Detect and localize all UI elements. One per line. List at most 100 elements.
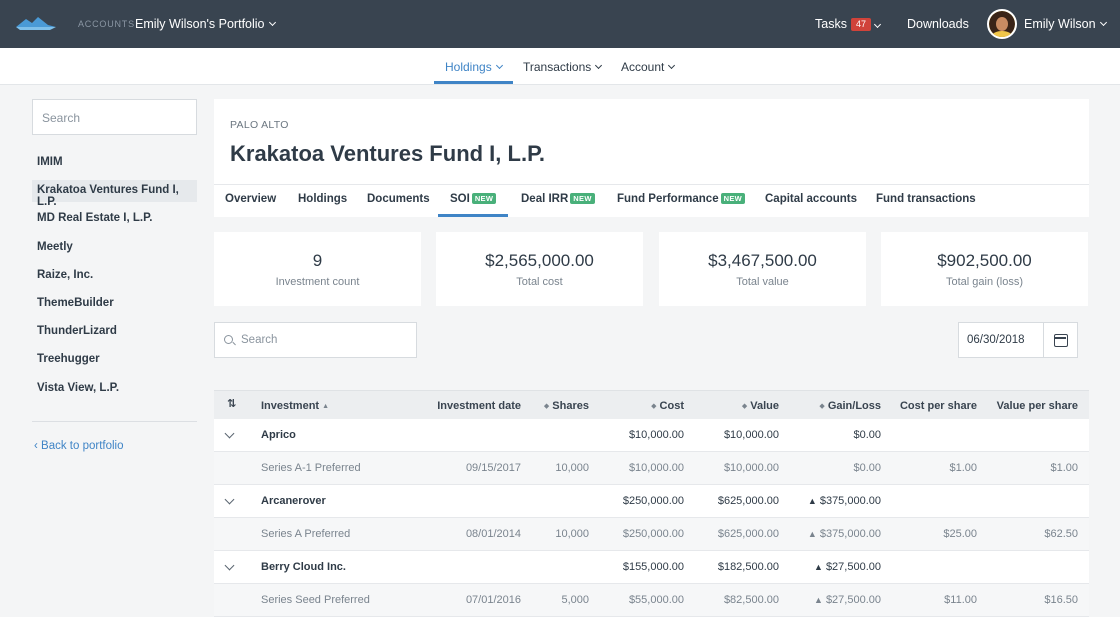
col-gain-loss[interactable]: ◆ Gain/Loss	[819, 400, 881, 412]
arrow-up-icon: ▲	[814, 595, 823, 605]
sub-nav: Holdings Transactions Account	[0, 48, 1120, 85]
table-row[interactable]: Series A-1 Preferred 09/15/2017 10,000 $…	[214, 452, 1089, 485]
expand-all-icon[interactable]: ⇅	[227, 397, 236, 410]
user-name: Emily Wilson	[1024, 17, 1096, 31]
table-row[interactable]: Series A Preferred 08/01/2014 10,000 $25…	[214, 518, 1089, 551]
cell-value-per-share: $16.50	[1044, 594, 1078, 606]
portfolio-selector[interactable]: Emily Wilson's Portfolio	[135, 17, 276, 31]
chevron-down-icon[interactable]	[224, 494, 235, 505]
cell-shares: 5,000	[561, 594, 589, 606]
cell-value: $10,000.00	[723, 462, 779, 474]
search-icon	[224, 335, 233, 344]
stat-label: Total gain (loss)	[945, 276, 1024, 288]
tab-fund-performance-label: Fund Performance	[617, 193, 719, 205]
sidebar-item-imim[interactable]: IMIM	[32, 152, 197, 174]
cell-investment: Series Seed Preferred	[261, 594, 370, 606]
cell-cost: $250,000.00	[622, 528, 684, 540]
cell-gain: ▲ $375,000.00	[808, 528, 881, 540]
fund-header-card: PALO ALTO Krakatoa Ventures Fund I, L.P.…	[214, 99, 1089, 217]
chevron-down-icon	[268, 18, 276, 27]
cell-cost-per-share: $1.00	[949, 462, 977, 474]
col-shares[interactable]: ◆ Shares	[544, 400, 589, 412]
sidebar-item-themebuilder[interactable]: ThemeBuilder	[32, 293, 197, 315]
tab-fund-performance[interactable]: Fund Performance NEW	[617, 193, 746, 205]
cell-investment: Berry Cloud Inc.	[261, 561, 346, 573]
tab-overview[interactable]: Overview	[225, 193, 276, 205]
sidebar-item-vista-view[interactable]: Vista View, L.P.	[32, 378, 197, 400]
date-field[interactable]: 06/30/2018	[958, 322, 1044, 358]
sidebar-item-thunderlizard[interactable]: ThunderLizard	[32, 321, 197, 343]
col-investment[interactable]: Investment ▲	[261, 400, 332, 412]
user-menu[interactable]: Emily Wilson	[1024, 17, 1107, 31]
table-search-input[interactable]: Search	[214, 322, 417, 358]
cell-gain-value: $375,000.00	[819, 495, 881, 507]
sidebar-item-meetly[interactable]: Meetly	[32, 237, 197, 259]
cell-investment: Aprico	[261, 429, 296, 441]
subnav-holdings[interactable]: Holdings	[445, 60, 503, 74]
cell-shares: 10,000	[555, 462, 589, 474]
sidebar-item-krakatoa[interactable]: Krakatoa Ventures Fund I, L.P.	[32, 180, 197, 208]
accounts-label: ACCOUNTS	[78, 19, 135, 29]
fund-tabs: Overview Holdings Documents SOI NEW Deal …	[214, 184, 1089, 217]
subnav-transactions-label: Transactions	[523, 60, 592, 74]
tab-soi[interactable]: SOI NEW	[450, 193, 497, 205]
stat-label: Investment count	[275, 276, 360, 288]
chevron-down-icon[interactable]	[224, 560, 235, 571]
col-cost[interactable]: ◆ Cost	[651, 400, 684, 412]
table-row-group[interactable]: Berry Cloud Inc. $155,000.00 $182,500.00…	[214, 551, 1089, 584]
table-row[interactable]: Series Seed Preferred 07/01/2016 5,000 $…	[214, 584, 1089, 617]
sidebar-item-treehugger[interactable]: Treehugger	[32, 349, 197, 371]
stat-total-gain: $902,500.00 Total gain (loss)	[881, 232, 1088, 306]
sort-icon: ◆	[651, 403, 657, 410]
arrow-up-icon: ▲	[814, 562, 823, 572]
chevron-down-icon[interactable]	[224, 428, 235, 439]
cell-value: $625,000.00	[717, 528, 779, 540]
arrow-up-icon: ▲	[807, 496, 817, 506]
portfolio-name: Emily Wilson's Portfolio	[135, 17, 265, 31]
back-to-portfolio-link[interactable]: ‹ Back to portfolio	[34, 440, 124, 452]
subnav-transactions[interactable]: Transactions	[523, 60, 603, 74]
page-title: Krakatoa Ventures Fund I, L.P.	[230, 141, 546, 166]
cell-value-per-share: $62.50	[1044, 528, 1078, 540]
tasks-chevron[interactable]	[870, 19, 882, 33]
sidebar-search-input[interactable]: Search	[32, 99, 197, 135]
tab-documents[interactable]: Documents	[367, 193, 430, 205]
cell-date: 08/01/2014	[465, 528, 521, 540]
table-row-group[interactable]: Aprico $10,000.00 $10,000.00 $0.00	[214, 419, 1089, 452]
stat-label: Total cost	[516, 276, 563, 288]
cell-shares: 10,000	[555, 528, 589, 540]
cell-value-per-share: $1.00	[1050, 462, 1078, 474]
tab-deal-irr-label: Deal IRR	[521, 193, 569, 205]
tab-deal-irr[interactable]: Deal IRR NEW	[521, 193, 595, 205]
col-gain-loss-label: Gain/Loss	[827, 400, 881, 412]
tab-holdings[interactable]: Holdings	[298, 193, 347, 205]
tasks-menu[interactable]: Tasks	[815, 17, 847, 31]
col-investment-date[interactable]: Investment date	[437, 400, 521, 412]
cell-cost: $250,000.00	[622, 495, 684, 507]
cell-gain: $0.00	[853, 429, 881, 441]
downloads-link[interactable]: Downloads	[907, 17, 969, 31]
sidebar-divider	[32, 421, 197, 422]
col-investment-label: Investment	[261, 400, 320, 412]
col-value[interactable]: ◆ Value	[742, 400, 779, 412]
cell-cost: $55,000.00	[628, 594, 684, 606]
fund-location: PALO ALTO	[230, 119, 289, 131]
cell-date: 09/15/2017	[465, 462, 521, 474]
col-cost-per-share[interactable]: Cost per share	[900, 400, 977, 412]
chevron-down-icon	[873, 20, 882, 29]
tab-capital-accounts[interactable]: Capital accounts	[765, 193, 857, 205]
search-placeholder: Search	[241, 334, 278, 346]
tab-fund-transactions[interactable]: Fund transactions	[876, 193, 976, 205]
col-value-per-share[interactable]: Value per share	[997, 400, 1078, 412]
new-badge: NEW	[570, 193, 595, 204]
subnav-account[interactable]: Account	[621, 60, 676, 74]
cell-gain-value: $27,500.00	[825, 561, 881, 573]
calendar-button[interactable]	[1043, 322, 1078, 358]
table-row-group[interactable]: Arcanerover $250,000.00 $625,000.00 ▲ $37…	[214, 485, 1089, 518]
logo-icon[interactable]	[16, 15, 56, 31]
avatar[interactable]	[987, 9, 1017, 39]
avatar-shirt	[992, 31, 1012, 37]
sidebar-item-raize[interactable]: Raize, Inc.	[32, 265, 197, 287]
sort-icon: ◆	[819, 403, 825, 410]
sidebar-item-md-real-estate[interactable]: MD Real Estate I, L.P.	[32, 208, 197, 230]
